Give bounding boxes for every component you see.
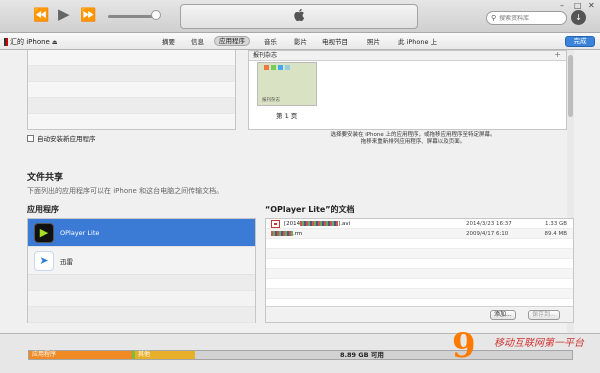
screens-hint: 选择要安装在 iPhone 上的应用程序，或拖移应用程序至特定屏幕。 拖移来重新… bbox=[298, 132, 528, 146]
play-icon[interactable]: ▶ bbox=[58, 6, 70, 22]
search-input[interactable] bbox=[499, 14, 562, 22]
redacted-text bbox=[271, 231, 293, 236]
thumb-caption: 报刊杂志 bbox=[262, 98, 280, 103]
volume-knob[interactable] bbox=[151, 10, 161, 20]
home-screen-thumbnail[interactable]: 报刊杂志 bbox=[257, 62, 317, 106]
file-sharing-description: 下面列出的应用程序可以在 iPhone 和这台电脑之间传输文档。 bbox=[27, 187, 224, 195]
list-item[interactable] bbox=[28, 50, 235, 66]
tab-music[interactable]: 音乐 bbox=[260, 37, 281, 47]
table-row[interactable]: [2014].avi 2014/3/23 16:37 1.33 GB bbox=[266, 219, 573, 229]
site-watermark: 9 移动互联网第一平台 bbox=[452, 326, 592, 368]
add-button[interactable]: 添加... bbox=[490, 310, 516, 320]
tab-info[interactable]: 信息 bbox=[187, 37, 208, 47]
app-thumb-icon bbox=[264, 65, 269, 70]
volume-slider[interactable] bbox=[108, 15, 156, 18]
library-search[interactable]: ⚲ bbox=[486, 11, 567, 25]
apps-heading: 应用程序 bbox=[27, 205, 59, 214]
tab-on-this-iphone[interactable]: 此 iPhone 上 bbox=[394, 37, 441, 47]
tab-apps[interactable]: 应用程序 bbox=[214, 36, 250, 46]
file-sharing-apps-list: ▶ OPlayer Lite ➤ 迅雷 bbox=[27, 218, 256, 323]
capacity-segment-apps: 应用程序 bbox=[29, 351, 132, 359]
tab-photos[interactable]: 照片 bbox=[363, 37, 384, 47]
table-row bbox=[266, 259, 573, 269]
document-size: 1.33 GB bbox=[544, 221, 567, 227]
redacted-text bbox=[300, 221, 339, 226]
table-row[interactable]: .rm 2009/4/17 6:10 89.4 MB bbox=[266, 229, 573, 239]
device-nav: 汇的 iPhone ⏏ 摘要 信息 应用程序 音乐 影片 电视节目 照片 此 i… bbox=[0, 33, 600, 50]
app-name: 迅雷 bbox=[60, 257, 73, 266]
document-date: 2009/4/17 6:10 bbox=[466, 231, 509, 237]
device-icon bbox=[4, 38, 8, 46]
auto-install-checkbox[interactable] bbox=[27, 134, 34, 142]
maximize-button[interactable]: □ bbox=[574, 1, 582, 10]
scrollbar-thumb[interactable] bbox=[568, 55, 573, 117]
table-row bbox=[266, 239, 573, 249]
file-sharing-title: 文件共享 bbox=[27, 173, 64, 183]
tab-summary[interactable]: 摘要 bbox=[158, 37, 179, 47]
list-item[interactable] bbox=[28, 98, 235, 114]
documents-heading: “OPlayer Lite”的文档 bbox=[265, 205, 355, 214]
apple-logo-icon bbox=[293, 8, 305, 26]
app-thumb-icon bbox=[271, 65, 276, 70]
page-label: 第 1 页 bbox=[276, 112, 298, 120]
save-to-button[interactable]: 保存到... bbox=[528, 310, 560, 320]
app-thumb-icon bbox=[278, 65, 283, 70]
document-date: 2014/3/23 16:37 bbox=[466, 221, 512, 227]
tab-tv-shows[interactable]: 电视节目 bbox=[318, 37, 352, 47]
auto-install-label: 自动安装新应用程序 bbox=[37, 135, 96, 143]
documents-list: [2014].avi 2014/3/23 16:37 1.33 GB .rm 2… bbox=[265, 218, 574, 323]
app-thumb-icon bbox=[285, 65, 290, 70]
list-item bbox=[28, 275, 255, 291]
player-toolbar: ⏪ ▶ ⏩ ⚲ ↓ – □ ✕ bbox=[0, 0, 600, 33]
device-name: 汇的 iPhone bbox=[10, 38, 50, 46]
screen-header: 报刊杂志 + bbox=[249, 50, 566, 61]
list-item[interactable] bbox=[28, 66, 235, 82]
watermark-logo: 9 bbox=[452, 326, 476, 366]
app-install-list bbox=[27, 50, 236, 130]
table-row bbox=[266, 269, 573, 279]
minimize-button[interactable]: – bbox=[560, 1, 564, 10]
device-selector[interactable]: 汇的 iPhone ⏏ bbox=[4, 37, 58, 47]
hint-line: 拖移来重新排列应用程序、屏幕以及页面。 bbox=[360, 139, 466, 145]
document-size: 89.4 MB bbox=[544, 231, 567, 237]
app-item-oplayer[interactable]: ▶ OPlayer Lite bbox=[28, 219, 255, 247]
fast-forward-icon[interactable]: ⏩ bbox=[80, 8, 96, 24]
done-button[interactable]: 完成 bbox=[565, 36, 595, 47]
document-name: .rm bbox=[271, 229, 302, 239]
table-row bbox=[266, 289, 573, 299]
hint-line: 选择要安装在 iPhone 上的应用程序，或拖移应用程序至特定屏幕。 bbox=[330, 132, 496, 138]
capacity-segment-other: 其他 bbox=[135, 351, 195, 359]
close-button[interactable]: ✕ bbox=[588, 1, 595, 10]
screen-header-label: 报刊杂志 bbox=[253, 52, 278, 59]
xunlei-bird-icon: ➤ bbox=[34, 250, 54, 271]
list-item bbox=[28, 291, 255, 307]
add-screen-icon[interactable]: + bbox=[554, 50, 561, 60]
search-icon: ⚲ bbox=[491, 14, 497, 22]
documents-footer: 添加... 保存到... bbox=[266, 306, 573, 322]
list-item bbox=[28, 307, 255, 323]
app-item-xunlei[interactable]: ➤ 迅雷 bbox=[28, 247, 255, 275]
app-name: OPlayer Lite bbox=[60, 228, 100, 237]
list-item[interactable] bbox=[28, 82, 235, 98]
auto-install-option[interactable]: 自动安装新应用程序 bbox=[27, 133, 96, 143]
status-display bbox=[180, 4, 418, 29]
document-name: [2014].avi bbox=[284, 221, 351, 227]
table-row bbox=[266, 279, 573, 289]
app-icons-row bbox=[264, 65, 290, 70]
free-space-label: 8.89 GB 可用 bbox=[340, 351, 384, 359]
rewind-icon[interactable]: ⏪ bbox=[33, 8, 49, 24]
video-file-icon bbox=[271, 220, 280, 228]
eject-icon[interactable]: ⏏ bbox=[52, 39, 58, 46]
oplayer-icon: ▶ bbox=[34, 222, 54, 243]
watermark-text: 移动互联网第一平台 bbox=[494, 338, 584, 349]
download-icon[interactable]: ↓ bbox=[571, 10, 586, 25]
table-row bbox=[266, 249, 573, 259]
tab-movies[interactable]: 影片 bbox=[290, 37, 311, 47]
